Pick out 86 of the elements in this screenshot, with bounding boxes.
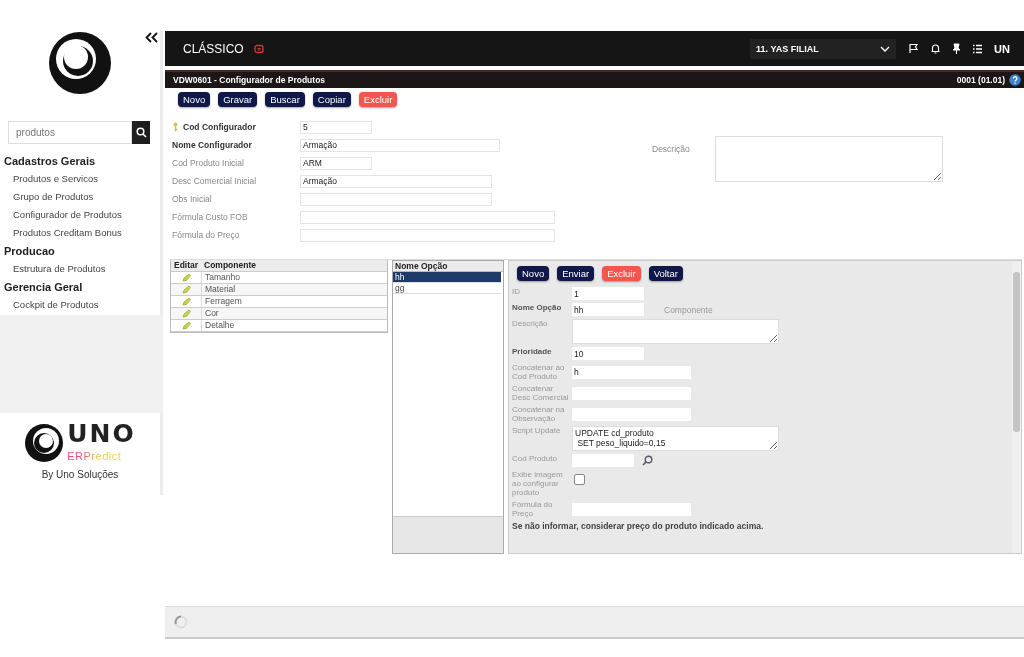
field-label: Componente (664, 304, 713, 315)
version-label: 0001 (01.01) (956, 75, 1005, 85)
hint-text: Se não informar, considerar preço do produto indicado acima. (511, 520, 764, 531)
field-label: ID (512, 287, 521, 298)
badge-icon (253, 43, 264, 54)
search-button[interactable] (132, 121, 150, 144)
input-field[interactable] (300, 228, 555, 242)
field-label: Descrição (512, 319, 549, 330)
pin-icon[interactable] (952, 43, 962, 54)
action-button[interactable]: Copiar (312, 92, 351, 107)
input-field[interactable] (300, 210, 555, 224)
search-field[interactable]: produtos (8, 121, 132, 144)
list-row[interactable]: hh (393, 272, 501, 283)
flag-icon[interactable] (908, 43, 920, 54)
menu-item[interactable]: Cockpit de Produtos (13, 296, 99, 314)
column-header: Componente (203, 260, 256, 271)
field-label: Prioridade (512, 347, 553, 358)
field-label: Script Update (512, 426, 562, 437)
brand-tagline: ERPredict (67, 450, 122, 462)
branch-dropdown[interactable]: 11. YAS FILIAL (750, 38, 897, 59)
chevron-down-icon (880, 45, 891, 52)
input-field[interactable]: 1 (572, 287, 644, 300)
field-label: Concatenar na Observação (512, 405, 566, 423)
list-row[interactable]: gg (393, 283, 501, 294)
field-label: Descrição (652, 143, 690, 156)
input-field[interactable]: Armação (300, 174, 492, 188)
menu-item[interactable]: Produtos Creditam Bonus (13, 224, 122, 242)
logo-icon (47, 32, 113, 94)
field-label: Exibe imagem ao configurar produto (512, 470, 564, 497)
action-button[interactable]: Enviar (557, 266, 595, 281)
input-field[interactable]: h (572, 365, 691, 379)
table-cell: Detalhe (201, 320, 387, 331)
field-label: Cod Configurador (183, 122, 256, 132)
field-label: Nome Opção (512, 303, 563, 314)
field-label: Obs Inicial (172, 194, 212, 204)
description-field[interactable] (714, 136, 943, 182)
brand-name: UNO (67, 422, 136, 446)
field-label: Fórmula do Preço (172, 230, 240, 240)
help-icon[interactable] (1009, 74, 1021, 86)
input-field[interactable] (300, 192, 492, 206)
field-label: Fórmula do Preço (512, 500, 554, 518)
bell-icon[interactable] (930, 43, 942, 54)
input-field[interactable]: 10 (572, 347, 644, 360)
field-label: Nome Configurador (172, 140, 252, 150)
collapse-icon[interactable] (145, 32, 158, 43)
table-cell: Cor (201, 308, 387, 319)
column-header: Nome Opção (393, 261, 503, 272)
action-button[interactable]: Novo (517, 266, 550, 281)
action-button[interactable]: Gravar (218, 92, 258, 107)
brand-credit: By Uno Soluções (41, 469, 119, 480)
menu-group-title: Gerencia Geral (3, 280, 84, 295)
search-icon (135, 127, 147, 138)
view-mode-label: CLÁSSICO (183, 41, 244, 56)
column-header: Editar (173, 260, 199, 271)
checkbox[interactable] (574, 474, 585, 485)
menu-group-title: Producao (3, 244, 56, 259)
field-label: Concatenar ao Cod Produto (512, 363, 566, 381)
window-title: VDW0601 - Configurador de Produtos (173, 75, 326, 85)
menu-item[interactable]: Grupo de Produtos (13, 188, 94, 206)
input-field[interactable]: hh (572, 303, 644, 316)
text-area[interactable]: UPDATE cd_produto SET peso_liquido=0,15 (572, 426, 779, 451)
user-initials[interactable]: UN (994, 42, 1010, 55)
field-label: Concatenar Desc Comercial (512, 384, 570, 402)
menu-item[interactable]: Estrutura de Produtos (13, 260, 106, 278)
search-icon[interactable] (642, 455, 653, 466)
input-field[interactable]: ARM (300, 156, 372, 170)
action-button[interactable]: Voltar (648, 266, 683, 281)
field-label: Cod Produto Inicial (172, 158, 244, 168)
input-field[interactable]: 5 (300, 120, 372, 134)
table-cell: Tamanho (201, 272, 387, 283)
field-label: Fórmula Custo FOB (172, 212, 248, 222)
field-label: Desc Comercial Inicial (172, 176, 257, 186)
menu-item[interactable]: Configurador de Produtos (13, 206, 122, 224)
action-button[interactable]: Novo (178, 92, 211, 107)
table-cell: Ferragem (201, 296, 387, 307)
spinner-icon (174, 615, 188, 629)
action-button[interactable]: Buscar (265, 92, 305, 107)
field-label: Cod Produto (512, 454, 558, 465)
brand-logo-icon (24, 423, 65, 463)
table-cell: Material (201, 284, 387, 295)
text-area[interactable] (572, 319, 779, 344)
input-field[interactable]: Armação (300, 138, 500, 152)
key-icon (172, 122, 179, 132)
list-icon[interactable] (972, 43, 984, 54)
menu-group-title: Cadastros Gerais (3, 154, 97, 169)
menu-item[interactable]: Produtos e Servicos (13, 170, 98, 188)
